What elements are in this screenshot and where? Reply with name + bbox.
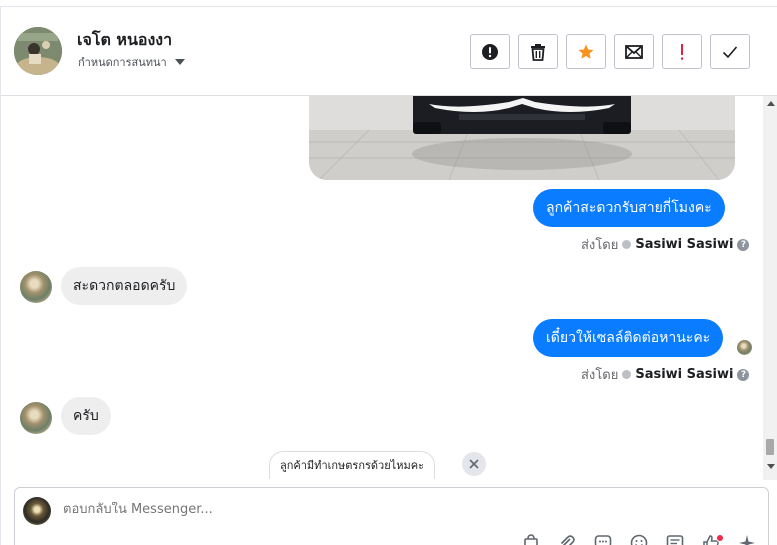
checkmark-icon (722, 45, 738, 58)
shopping-bag-button[interactable] (520, 534, 542, 545)
scroll-up-arrow-icon[interactable] (767, 101, 775, 106)
sparkle-plus-icon (739, 535, 755, 545)
page-dot-icon (622, 370, 632, 379)
notification-dot (716, 534, 724, 542)
more-tools-button[interactable] (736, 534, 758, 545)
quick-reply-suggestion[interactable]: ลูกค้ามีทำเกษตรกรด้วยไหมคะ (269, 451, 435, 479)
chat-bubble-icon (594, 535, 612, 545)
contact-avatar-small[interactable] (20, 271, 52, 303)
message-template-icon (666, 535, 684, 545)
exclamation-icon (681, 43, 683, 60)
like-button[interactable] (700, 534, 724, 545)
mark-spam-button[interactable] (470, 34, 510, 69)
composer-toolbar (520, 534, 758, 545)
envelope-icon (625, 44, 643, 59)
close-suggestion-button[interactable] (462, 452, 486, 476)
message-list: ลูกค้าสะดวกรับสายกี่โมงคะ ส่งโดย Sasiwi … (1, 96, 761, 480)
sent-by-prefix: ส่งโดย (581, 238, 619, 253)
message-bubble-incoming[interactable]: สะดวกตลอดครับ (61, 267, 188, 305)
message-bubble-outgoing[interactable]: ลูกค้าสะดวกรับสายกี่โมงคะ (533, 189, 725, 227)
scroll-thumb[interactable] (766, 439, 774, 455)
car-photo-attachment[interactable] (309, 96, 735, 180)
shopping-bag-icon (524, 534, 538, 545)
contact-name[interactable]: เจโต หนองงา (77, 28, 172, 53)
help-icon[interactable]: ? (737, 238, 750, 251)
scroll-down-arrow-icon[interactable] (767, 464, 775, 469)
reply-input[interactable] (63, 502, 663, 517)
emoji-button[interactable] (628, 534, 650, 545)
paperclip-icon (560, 535, 575, 545)
reply-composer (14, 487, 769, 545)
contact-avatar-small[interactable] (20, 402, 52, 434)
page-avatar (23, 497, 51, 525)
alert-circle-icon (482, 43, 498, 60)
message-bubble-outgoing[interactable]: เดี๋ยวให้เซลล์ติดต่อหานะคะ (533, 319, 724, 357)
saved-replies-button[interactable] (592, 534, 614, 545)
sender-name[interactable]: Sasiwi Sasiwi (635, 367, 733, 382)
caret-down-icon (174, 59, 185, 65)
sent-by-info: ส่งโดย Sasiwi Sasiwi ? (581, 234, 750, 255)
close-icon (469, 459, 479, 469)
conversation-actions (470, 34, 750, 69)
page-dot-icon (622, 240, 632, 249)
sender-name[interactable]: Sasiwi Sasiwi (635, 237, 733, 252)
sent-by-prefix: ส่งโดย (581, 368, 619, 383)
attach-button[interactable] (556, 534, 578, 545)
star-icon (578, 44, 594, 59)
star-button[interactable] (566, 34, 606, 69)
conversation-header: เจโต หนองงา กำหนดการสนทนา (1, 7, 777, 96)
template-button[interactable] (664, 534, 686, 545)
assign-conversation-dropdown[interactable]: กำหนดการสนทนา (78, 53, 185, 71)
delete-button[interactable] (518, 34, 558, 69)
seen-avatar (737, 340, 752, 355)
messenger-conversation-panel: เจโต หนองงา กำหนดการสนทนา ลูกค้าสะดวกรับ… (0, 0, 777, 545)
message-bubble-incoming[interactable]: ครับ (61, 397, 111, 435)
follow-up-button[interactable] (662, 34, 702, 69)
message-scrollbar[interactable] (763, 96, 777, 480)
assign-label: กำหนดการสนทนา (78, 56, 167, 69)
contact-avatar[interactable] (14, 27, 62, 75)
sent-by-info: ส่งโดย Sasiwi Sasiwi ? (581, 364, 750, 385)
mark-unread-button[interactable] (614, 34, 654, 69)
help-icon[interactable]: ? (737, 368, 750, 381)
mark-done-button[interactable] (710, 34, 750, 69)
trash-icon (531, 43, 545, 61)
smiley-icon (630, 534, 648, 545)
